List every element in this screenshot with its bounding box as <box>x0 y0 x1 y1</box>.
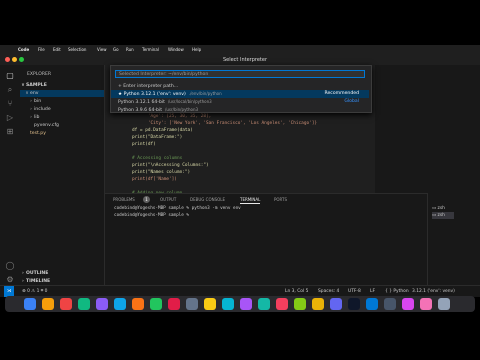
menu-go[interactable]: Go <box>113 45 119 54</box>
terminal-list-item[interactable]: ▭ zsh <box>432 212 454 219</box>
dock-app-icon[interactable] <box>186 298 198 310</box>
close-window-icon[interactable] <box>5 57 10 62</box>
option-description: /usr/local/bin/python3 <box>167 99 212 104</box>
recommended-label: Recommended <box>324 91 360 96</box>
dock-app-icon[interactable] <box>312 298 324 310</box>
dock-app-icon[interactable] <box>204 298 216 310</box>
interpreter-option[interactable]: Python 3.12.1 64-bit/usr/local/bin/pytho… <box>111 98 369 106</box>
dock-app-icon[interactable] <box>438 298 450 310</box>
outline-section[interactable]: › OUTLINE <box>20 270 104 277</box>
code-line: # Accessing columns <box>132 156 183 161</box>
code-line: print(df['Name']) <box>132 177 177 182</box>
folder-item[interactable]: pyvenv.cfg <box>20 122 104 129</box>
workspace-root[interactable]: ∨SAMPLE <box>20 82 104 89</box>
option-description: /usr/bin/python3 <box>165 107 199 112</box>
tab-debug-console[interactable]: DEBUG CONSOLE <box>190 196 225 203</box>
folder-item[interactable]: › lib <box>20 114 104 121</box>
dock-app-icon[interactable] <box>294 298 306 310</box>
menu-window[interactable]: Window <box>168 45 184 54</box>
account-icon[interactable]: ◯ <box>5 261 15 271</box>
dock-app-icon[interactable] <box>384 298 396 310</box>
menu-selection[interactable]: Selection <box>68 45 86 54</box>
interpreter-option[interactable]: + Enter interpreter path... <box>111 82 369 90</box>
timeline-section[interactable]: › TIMELINE <box>20 278 104 285</box>
problems-count-badge: 1 <box>143 196 150 203</box>
extensions-icon[interactable]: ⊞ <box>5 127 15 137</box>
dock-app-icon[interactable] <box>150 298 162 310</box>
dock-app-icon[interactable] <box>276 298 288 310</box>
interpreter-option-label: Python 3.9.6 64-bit/usr/bin/python3 <box>118 106 198 115</box>
dock-app-icon[interactable] <box>78 298 90 310</box>
file-item[interactable]: test.py <box>20 130 104 137</box>
explorer-icon[interactable]: ▢ <box>5 71 15 81</box>
tab-ports[interactable]: PORTS <box>274 196 287 203</box>
tab-problems[interactable]: PROBLEMS <box>113 196 135 203</box>
dock-app-icon[interactable] <box>258 298 270 310</box>
source-control-icon[interactable]: ⑂ <box>5 99 15 109</box>
terminal-prompt[interactable]: codebind@Yogeshs-MBP sample % <box>114 212 192 219</box>
dock-app-icon[interactable] <box>366 298 378 310</box>
code-line: print("DataFrame:") <box>132 135 183 140</box>
dock-app-icon[interactable] <box>330 298 342 310</box>
dock-app-icon[interactable] <box>132 298 144 310</box>
code-line: 'City': ['New York', 'San Francisco', 'L… <box>132 121 318 126</box>
interpreter-search-input[interactable]: Selected Interpreter: ~/env/bin/python <box>115 70 365 78</box>
zoom-window-icon[interactable] <box>19 57 24 62</box>
explorer-title: EXPLORER <box>27 72 52 77</box>
dock-app-icon[interactable] <box>114 298 126 310</box>
menu-view[interactable]: View <box>97 45 107 54</box>
folder-item[interactable]: › bin <box>20 98 104 105</box>
settings-gear-icon[interactable]: ⚙ <box>5 275 15 285</box>
dock-app-icon[interactable] <box>24 298 36 310</box>
interpreter-option[interactable]: Python 3.9.6 64-bit/usr/bin/python3 <box>111 106 369 114</box>
explorer-panel: EXPLORER ∨SAMPLE ∨env › bin › include › lib pyv… <box>20 65 105 296</box>
dock-app-icon[interactable] <box>348 298 360 310</box>
dock-app-icon[interactable] <box>42 298 54 310</box>
tree-item-label: pyvenv.cfg <box>34 123 59 128</box>
tree-item-label: lib <box>34 115 40 120</box>
activity-bar: ▢ ⌕ ⑂ ▷ ⊞ ◯ ⚙ <box>0 65 21 296</box>
dock-app-icon[interactable] <box>60 298 72 310</box>
dock-app-icon[interactable] <box>420 298 432 310</box>
option-text: Python 3.9.6 64-bit <box>118 108 163 113</box>
folder-item[interactable]: ∨env <box>20 90 104 97</box>
tab-terminal[interactable]: TERMINAL <box>240 196 261 204</box>
dock-app-icon[interactable] <box>96 298 108 310</box>
menu-file[interactable]: File <box>38 45 45 54</box>
menu-help[interactable]: Help <box>192 45 201 54</box>
tree-item-label: include <box>34 107 51 112</box>
code-line: print("\nAccessing Columns:") <box>132 163 209 168</box>
menu-run[interactable]: Run <box>126 45 134 54</box>
dock-app-icon[interactable] <box>402 298 414 310</box>
code-line: df = pd.DataFrame(data) <box>132 128 193 133</box>
minimize-window-icon[interactable] <box>12 57 17 62</box>
code-line: print("Names column:") <box>132 170 191 175</box>
option-description: ./env/bin/python <box>188 91 222 96</box>
terminal-list-item[interactable]: ▭ zsh <box>432 205 445 212</box>
search-icon[interactable]: ⌕ <box>5 85 15 95</box>
interpreter-option[interactable]: ★ Python 3.12.1 ('env': venv) ./env/bin/p… <box>111 90 369 98</box>
quickpick-title: Select Interpreter <box>222 57 268 63</box>
tree-item-label: bin <box>34 99 42 104</box>
category-label: Global <box>344 99 359 104</box>
tree-item-label: test.py <box>30 131 46 136</box>
code-line: print(df) <box>132 142 156 147</box>
option-text: Python 3.12.1 64-bit <box>118 100 165 105</box>
menu-terminal[interactable]: Terminal <box>142 45 159 54</box>
option-text: ★ Python 3.12.1 ('env': venv) <box>118 92 186 97</box>
mac-menubar: Code File Edit Selection View Go Run Ter… <box>0 45 480 54</box>
dock-app-icon[interactable] <box>168 298 180 310</box>
menu-code[interactable]: Code <box>18 45 29 54</box>
run-debug-icon[interactable]: ▷ <box>5 113 15 123</box>
tab-output[interactable]: OUTPUT <box>160 196 176 203</box>
terminal-line: codebind@Yogeshs-MBP sample % python3 -m… <box>114 206 241 211</box>
dock-app-icon[interactable] <box>222 298 234 310</box>
dock-app-icon[interactable] <box>240 298 252 310</box>
tree-item-label: env <box>30 91 39 96</box>
menu-edit[interactable]: Edit <box>53 45 61 54</box>
folder-item[interactable]: › include <box>20 106 104 113</box>
option-text: + Enter interpreter path... <box>118 84 179 89</box>
